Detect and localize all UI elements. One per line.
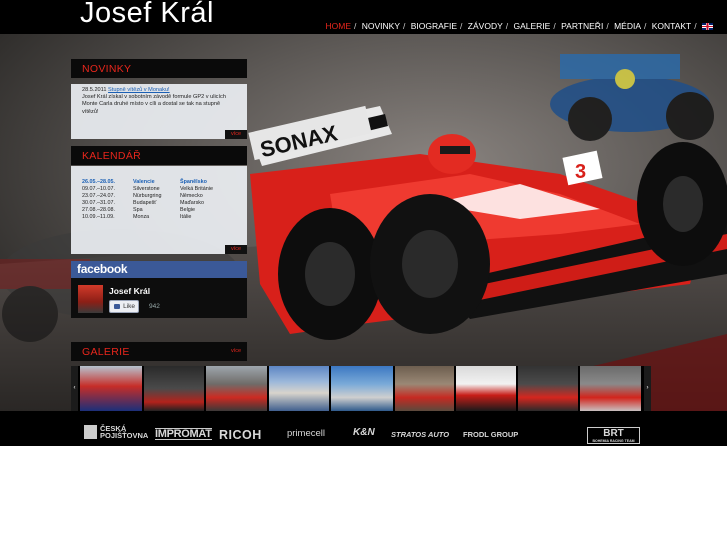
sponsor-ceska-pojistovna[interactable]: ČESKÁ POJIŠŤOVNA <box>84 425 148 439</box>
calendar-row: 26.05.–28.05. Valencie Španělsko <box>82 179 213 186</box>
gallery-title: GALERIE <box>82 346 130 358</box>
calendar-date: 09.07.–10.07. <box>82 186 115 192</box>
news-header: NOVINKY <box>71 59 247 78</box>
calendar-place: Monza <box>133 214 150 220</box>
gallery-thumbnail[interactable] <box>269 366 329 411</box>
news-headline-link[interactable]: Stupně vítězů v Monaku! <box>108 87 170 93</box>
calendar-date: 10.09.–11.09. <box>82 214 115 220</box>
gallery-thumbnail[interactable] <box>331 366 393 411</box>
avatar[interactable] <box>78 285 103 313</box>
car-number: 3 <box>575 161 586 183</box>
calendar-country: Itálie <box>180 214 192 220</box>
main-nav: HOME / NOVINKY / BIOGRAFIE / ZÁVODY / GALERI… <box>325 21 713 31</box>
nav-separator: / <box>353 21 357 31</box>
calendar-place: Spa <box>133 207 143 213</box>
calendar-place: Valencie <box>133 179 155 185</box>
sponsor-primecell[interactable]: primecell <box>287 428 325 439</box>
news-panel: 28.5.2011 Stupně vítězů v Monaku! Josef … <box>71 84 247 139</box>
like-count: 942 <box>149 303 160 310</box>
gallery-header: GALERIE více <box>71 342 247 361</box>
calendar-more-button[interactable]: více <box>225 245 247 254</box>
gallery-thumbnail[interactable] <box>456 366 516 411</box>
calendar-table: 26.05.–28.05. Valencie Španělsko 09.07.–10.… <box>82 179 213 221</box>
calendar-place: Silverstone <box>133 186 160 192</box>
news-title: NOVINKY <box>82 63 132 75</box>
calendar-country: Velká Británie <box>180 186 213 192</box>
calendar-place: Nürburgring <box>133 193 162 199</box>
gallery-thumbnail[interactable] <box>206 366 267 411</box>
nav-separator: / <box>460 21 463 31</box>
gallery-more-button[interactable]: více <box>225 347 247 356</box>
sponsor-impromat[interactable]: IMPROMAT <box>155 428 212 440</box>
nav-galerie[interactable]: GALERIE <box>514 21 551 31</box>
nav-home[interactable]: HOME <box>325 21 351 31</box>
calendar-country: Německo <box>180 193 203 199</box>
calendar-title: KALENDÁŘ <box>82 150 142 162</box>
sponsor-stratos-auto[interactable]: STRATOS AUTO <box>391 430 449 439</box>
calendar-date: 30.07.–31.07. <box>82 200 115 206</box>
header: Josef Král HOME / NOVINKY / BIOGRAFIE / ZÁV… <box>0 0 727 34</box>
gallery-thumbnail[interactable] <box>580 366 641 411</box>
like-button[interactable]: Like <box>109 300 139 313</box>
calendar-row: 30.07.–31.07. Budapešť Maďarsko <box>82 200 213 207</box>
calendar-date: 26.05.–28.05. <box>82 179 115 185</box>
calendar-country: Španělsko <box>180 179 207 185</box>
calendar-row: 23.07.–24.07. Nürburgring Německo <box>82 193 213 200</box>
calendar-header: KALENDÁŘ <box>71 146 247 165</box>
nav-separator: / <box>643 21 647 31</box>
gallery-thumbnail[interactable] <box>80 366 142 411</box>
sponsor-ceska-line2: POJIŠŤOVNA <box>100 431 149 440</box>
facebook-widget: facebook Josef Král Like 942 <box>71 261 247 318</box>
nav-novinky[interactable]: NOVINKY <box>362 21 400 31</box>
calendar-date: 23.07.–24.07. <box>82 193 115 199</box>
calendar-row: 09.07.–10.07. Silverstone Velká Británie <box>82 186 213 193</box>
nav-separator: / <box>694 21 697 31</box>
facebook-page-name[interactable]: Josef Král <box>109 286 150 296</box>
gallery-thumbnail[interactable] <box>395 366 454 411</box>
nav-media[interactable]: MÉDIA <box>614 21 641 31</box>
sponsor-brt-label: BRT <box>603 428 624 439</box>
nav-kontakt[interactable]: KONTAKT <box>652 21 692 31</box>
nav-biografie[interactable]: BIOGRAFIE <box>411 21 457 31</box>
site-title[interactable]: Josef Král <box>80 0 214 30</box>
nav-separator: / <box>403 21 406 31</box>
chevron-right-icon[interactable]: › <box>644 366 651 411</box>
facebook-header: facebook <box>71 261 247 278</box>
sponsors-bar: ČESKÁ POJIŠŤOVNA IMPROMAT RICOH primecell… <box>0 411 727 446</box>
sponsor-brt-sub: BOHEMIA RACING TEAM <box>592 439 635 443</box>
facebook-logo[interactable]: facebook <box>77 262 128 276</box>
chevron-left-icon[interactable]: ‹ <box>71 366 78 411</box>
calendar-date: 27.08.–28.08. <box>82 207 115 213</box>
sponsor-kn[interactable]: K&N <box>353 427 375 438</box>
calendar-country: Belgie <box>180 207 195 213</box>
sponsor-ricoh[interactable]: RICOH <box>219 428 262 442</box>
calendar-panel: 26.05.–28.05. Valencie Španělsko 09.07.–10.… <box>71 166 247 254</box>
nav-partneri[interactable]: PARTNEŘI <box>561 21 603 31</box>
nav-separator: / <box>606 21 609 31</box>
gallery-strip: ‹ › <box>71 366 651 411</box>
news-more-button[interactable]: více <box>225 130 247 139</box>
nav-zavody[interactable]: ZÁVODY <box>468 21 503 31</box>
ceska-pojistovna-logo-icon <box>84 425 97 439</box>
news-text: Josef Král získal v sobotním závodě form… <box>82 94 226 115</box>
calendar-row: 10.09.–11.09. Monza Itálie <box>82 214 213 221</box>
page: Josef Král HOME / NOVINKY / BIOGRAFIE / ZÁV… <box>0 0 727 545</box>
calendar-row: 27.08.–28.08. Spa Belgie <box>82 207 213 214</box>
news-date: 28.5.2011 <box>82 87 107 93</box>
sponsor-brt[interactable]: BRT BOHEMIA RACING TEAM <box>587 427 640 444</box>
nav-separator: / <box>505 21 509 31</box>
nav-separator: / <box>553 21 556 31</box>
calendar-country: Maďarsko <box>180 200 204 206</box>
gallery-thumbnail[interactable] <box>518 366 578 411</box>
calendar-place: Budapešť <box>133 200 157 206</box>
uk-flag-icon[interactable] <box>702 23 713 30</box>
gallery-thumbnail[interactable] <box>144 366 204 411</box>
sponsor-frodl-group[interactable]: FRODL GROUP <box>463 430 518 439</box>
